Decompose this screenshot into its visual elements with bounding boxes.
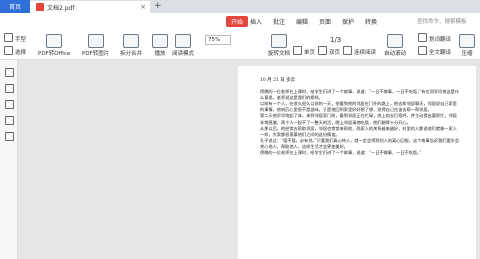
page-indicator[interactable]: 1/3	[330, 36, 341, 44]
translate-icon	[418, 33, 427, 42]
menu-protect[interactable]: 保护	[342, 17, 354, 26]
signature-icon[interactable]	[5, 132, 14, 141]
double-page-icon	[318, 46, 327, 55]
bookmark-icon[interactable]	[5, 68, 14, 77]
continuous-icon	[343, 46, 352, 55]
comment-icon[interactable]	[5, 100, 14, 109]
pdf-to-image-button[interactable]: PDF转图片	[82, 34, 109, 57]
rotate-icon	[271, 34, 287, 48]
translate-text-button[interactable]: 划词翻译	[418, 33, 451, 43]
menu-edit[interactable]: 编辑	[296, 17, 308, 26]
document-translate-icon	[418, 46, 427, 55]
scroll-icon	[387, 34, 403, 48]
word-convert-icon	[46, 34, 63, 48]
full-translate-button[interactable]: 全文翻译	[418, 46, 451, 56]
attachment-icon[interactable]	[5, 116, 14, 125]
single-page-icon	[293, 46, 302, 55]
command-search[interactable]: 查找命令、搜索模板	[417, 17, 467, 25]
date-line: 10 月 21 日 多云	[260, 78, 296, 83]
close-tab-icon[interactable]: ×	[140, 3, 146, 11]
play-button[interactable]: 播放	[152, 34, 168, 57]
paragraph: 傍晚的一位老师在上课时，给学生们讲了一个故事，说道：“一日不做事，一日不吃饭，”…	[260, 89, 460, 101]
menu-convert[interactable]: 转换	[365, 17, 377, 26]
add-tab-button[interactable]: +	[154, 1, 162, 11]
left-sidebar	[0, 60, 18, 259]
continuous-read-button[interactable]: 连续阅读	[343, 46, 376, 56]
menu-bar: 开始 插入 批注 编辑 页面 保护 转换 查找命令、搜索模板	[0, 13, 480, 32]
tab-home[interactable]: 首页	[0, 0, 30, 13]
play-icon	[152, 34, 168, 48]
auto-scroll-button[interactable]: 自动滚动	[384, 34, 406, 57]
title-bar: 首页 文档2.pdf × +	[0, 0, 480, 13]
paragraph: 傍晚的一位老师在上课时，给学生们讲了一个故事，说道：“一日不做事，一日不吃饭。”	[260, 150, 422, 156]
compress-button[interactable]: 压缩	[459, 34, 475, 57]
ribbon-toolbar: 手型 选择 PDF转Office PDF转图片 拆分合并 播放 阅读模式 75%…	[0, 31, 480, 60]
select-tool[interactable]: 选择	[4, 46, 26, 56]
hand-tool[interactable]: 手型	[4, 33, 26, 43]
rotate-doc-button[interactable]: 旋转文档	[268, 34, 290, 57]
page-text: 10 月 21 日 多云 傍晚的一位老师在上课时，给学生们讲了一个故事，说道：“…	[260, 78, 460, 156]
paragraph: 第二天他早早地起了床，来到邻居家门前，看到邻居正在忙碌，他上前去打招呼，并主动提…	[260, 113, 457, 125]
menu-annotate[interactable]: 批注	[273, 17, 285, 26]
single-page-button[interactable]: 单页	[293, 46, 315, 56]
menu-start[interactable]: 开始	[226, 16, 249, 27]
pdf-to-office-button[interactable]: PDF转Office	[38, 34, 70, 57]
split-icon	[123, 34, 139, 48]
split-merge-button[interactable]: 拆分合并	[120, 34, 142, 57]
menu-page[interactable]: 页面	[319, 17, 331, 26]
tab-document-label: 文档2.pdf	[47, 4, 75, 12]
tab-document[interactable]: 文档2.pdf ×	[30, 1, 150, 13]
pdf-file-icon	[36, 3, 44, 11]
read-mode-button[interactable]: 阅读模式	[172, 34, 194, 57]
compress-icon	[459, 34, 475, 48]
paragraph: 以前有一个人，在很久很久以前的一天，他看到他的邻居在门外的路上，他去和邻居聊天，…	[260, 101, 457, 113]
cursor-icon	[4, 46, 13, 55]
zoom-select[interactable]: 75%	[205, 35, 231, 45]
hand-icon	[4, 33, 13, 42]
paragraph: 从那以后，他经常去帮助邻居，邻居也常常来帮他，两家人的关系越来越好，村里的人都说…	[260, 125, 457, 137]
double-page-button[interactable]: 双页	[318, 46, 340, 56]
image-convert-icon	[87, 34, 104, 48]
menu-insert[interactable]: 插入	[250, 17, 262, 26]
pdf-page[interactable]: 10 月 21 日 多云 傍晚的一位老师在上课时，给学生们讲了一个故事，说道：“…	[238, 66, 476, 259]
book-icon	[175, 34, 191, 48]
paragraph: 孔子说过：“德不孤，必有邻。”只要我们真心待人，就一定会得到别人的真心回报，这个…	[260, 137, 460, 149]
thumbnail-icon[interactable]	[5, 84, 14, 93]
